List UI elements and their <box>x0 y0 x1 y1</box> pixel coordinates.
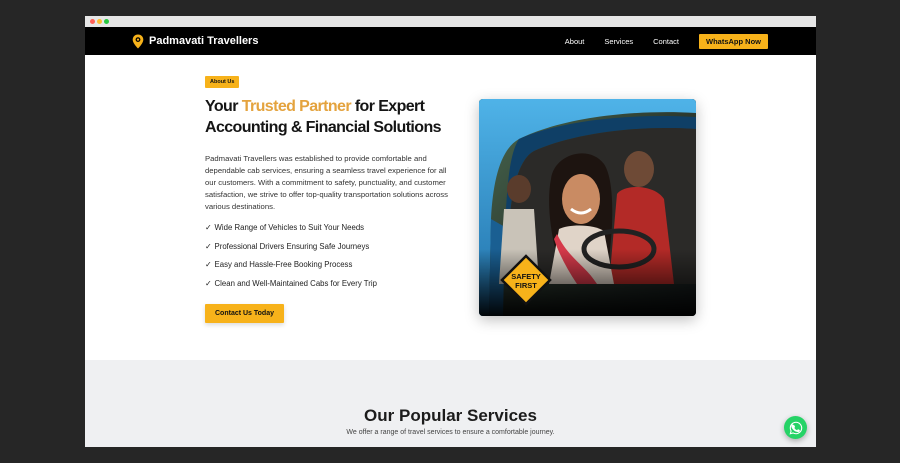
about-section: About Us Your Trusted Partner for Expert… <box>85 55 816 333</box>
nav-link-services[interactable]: Services <box>604 37 633 46</box>
location-pin-icon <box>132 34 144 49</box>
headline-highlight: Trusted Partner <box>241 98 352 115</box>
top-navbar: Padmavati Travellers About Services Cont… <box>85 27 816 55</box>
maximize-window-dot[interactable] <box>104 19 109 24</box>
whatsapp-float-button[interactable] <box>784 416 807 439</box>
whatsapp-icon <box>789 421 802 434</box>
feature-item: ✓ Easy and Hassle-Free Booking Process <box>205 260 377 279</box>
check-icon: ✓ <box>205 260 212 270</box>
feature-list: ✓ Wide Range of Vehicles to Suit Your Nee… <box>205 223 377 298</box>
about-headline: Your Trusted Partner for Expert Accounti… <box>205 96 445 138</box>
check-icon: ✓ <box>205 223 212 232</box>
whatsapp-now-button[interactable]: WhatsApp Now <box>699 33 768 49</box>
check-icon: ✓ <box>205 241 212 251</box>
services-title: Our Popular Services <box>364 406 537 425</box>
about-description: Padmavati Travellers was established to … <box>205 154 448 211</box>
nav-links: About Services Contact WhatsApp Now <box>565 27 816 55</box>
feature-text: Clean and Well-Maintained Cabs for Every… <box>214 279 377 289</box>
close-window-dot[interactable] <box>90 19 95 24</box>
sign-line-2: FIRST <box>515 281 537 290</box>
nav-link-about[interactable]: About <box>565 37 585 46</box>
feature-text: Professional Drivers Ensuring Safe Journ… <box>214 241 370 251</box>
feature-text: Wide Range of Vehicles to Suit Your Need… <box>214 223 365 232</box>
feature-item: ✓ Wide Range of Vehicles to Suit Your Nee… <box>205 223 377 242</box>
car-passengers-photo: SAFETY FIRST <box>479 99 696 316</box>
check-icon: ✓ <box>205 279 212 289</box>
feature-item: ✓ Clean and Well-Maintained Cabs for Ever… <box>205 279 377 298</box>
contact-us-button[interactable]: Contact Us Today <box>205 304 284 323</box>
minimize-window-dot[interactable] <box>97 19 102 24</box>
about-us-badge: About Us <box>205 76 240 88</box>
sign-line-1: SAFETY <box>511 272 541 281</box>
services-section: Our Popular Services We offer a range of… <box>85 360 816 447</box>
nav-link-contact[interactable]: Contact <box>653 37 679 46</box>
feature-text: Easy and Hassle-Free Booking Process <box>214 260 353 270</box>
brand-logo[interactable]: Padmavati Travellers <box>132 27 258 55</box>
brand-name: Padmavati Travellers <box>149 35 259 47</box>
headline-prefix: Your <box>205 98 242 115</box>
services-subtitle: We offer a range of travel services to e… <box>346 429 555 436</box>
feature-item: ✓ Professional Drivers Ensuring Safe Jour… <box>205 242 377 261</box>
browser-window: Padmavati Travellers About Services Cont… <box>85 16 816 447</box>
window-titlebar <box>85 16 816 27</box>
